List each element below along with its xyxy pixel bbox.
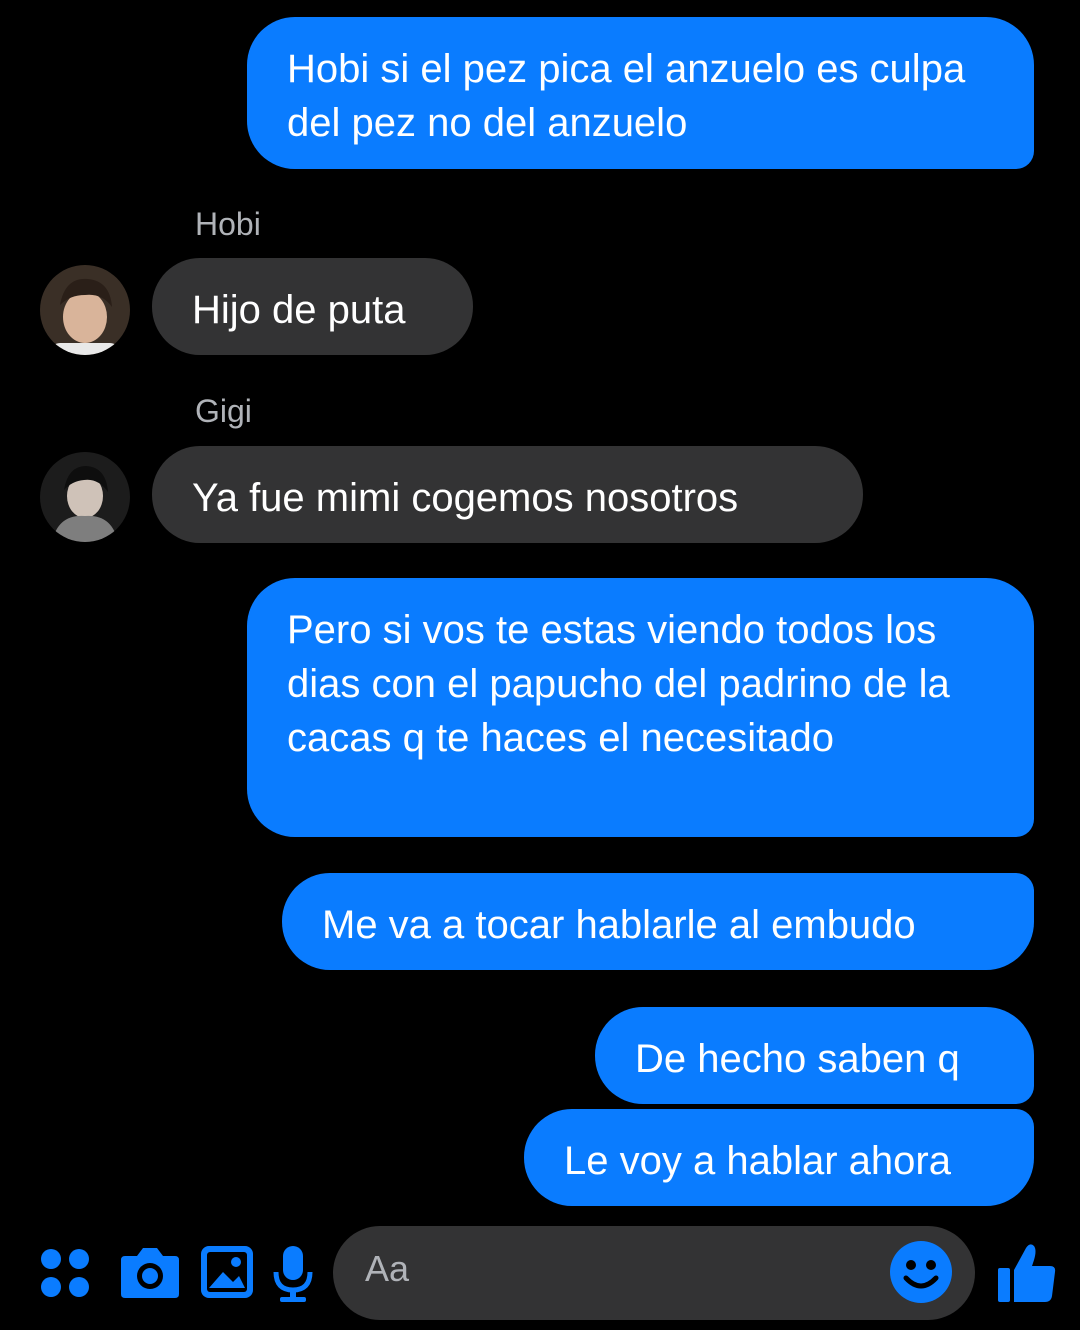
gallery-icon[interactable]: [199, 1244, 255, 1305]
message-input[interactable]: Aa: [333, 1226, 975, 1320]
outgoing-message[interactable]: Me va a tocar hablarle al embudo: [282, 873, 1034, 970]
message-text: Me va a tocar hablarle al embudo: [322, 903, 916, 947]
composer-bar: Aa: [0, 1226, 1080, 1330]
outgoing-message[interactable]: De hecho saben q: [595, 1007, 1034, 1104]
outgoing-message[interactable]: Pero si vos te estas viendo todos los di…: [247, 578, 1034, 837]
message-text: Le voy a hablar ahora: [564, 1139, 951, 1183]
message-text: Pero si vos te estas viendo todos los di…: [287, 608, 950, 760]
outgoing-message[interactable]: Le voy a hablar ahora: [524, 1109, 1034, 1206]
message-text: Ya fue mimi cogemos nosotros: [192, 476, 739, 520]
avatar-gigi-image: [40, 452, 130, 542]
emoji-icon[interactable]: [889, 1240, 953, 1309]
message-text: Hijo de puta: [192, 288, 406, 332]
apps-icon[interactable]: [40, 1248, 90, 1303]
sender-name: Gigi: [195, 393, 252, 429]
message-input-placeholder: Aa: [365, 1248, 410, 1289]
avatar-hobi-image: [40, 265, 130, 355]
message-text: Hobi si el pez pica el anzuelo es culpa …: [287, 47, 966, 145]
microphone-icon[interactable]: [272, 1244, 314, 1309]
camera-icon[interactable]: [119, 1246, 181, 1305]
incoming-message[interactable]: Hijo de puta: [152, 258, 473, 355]
message-text: De hecho saben q: [635, 1037, 960, 1081]
like-icon[interactable]: [996, 1242, 1058, 1309]
avatar-hobi[interactable]: [40, 265, 130, 355]
sender-name: Hobi: [195, 206, 261, 242]
outgoing-message[interactable]: Hobi si el pez pica el anzuelo es culpa …: [247, 17, 1034, 169]
incoming-message[interactable]: Ya fue mimi cogemos nosotros: [152, 446, 863, 543]
avatar-gigi[interactable]: [40, 452, 130, 542]
